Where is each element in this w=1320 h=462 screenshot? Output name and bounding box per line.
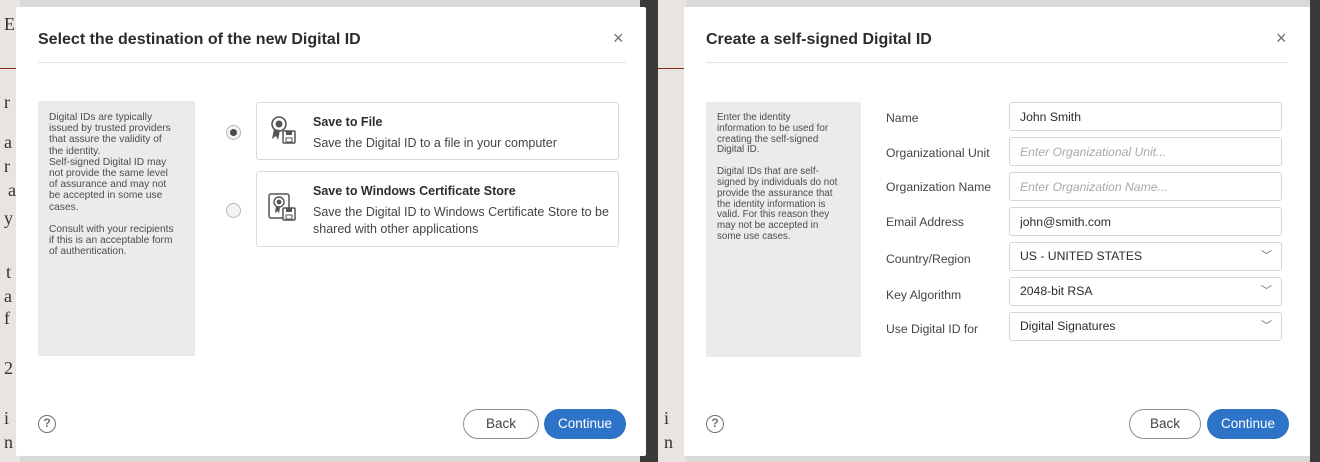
help-icon[interactable]: ?	[706, 415, 724, 433]
document-text-fragment: n	[4, 432, 13, 452]
radio-save-to-windows-store[interactable]	[226, 203, 241, 218]
background-far-right	[1310, 0, 1320, 462]
document-text-fragment: a	[8, 180, 16, 200]
document-text-fragment: t	[6, 262, 12, 282]
document-text-fragment: r	[4, 92, 10, 112]
email-field[interactable]	[1009, 207, 1282, 236]
help-icon[interactable]: ?	[38, 415, 56, 433]
document-text-fragment: a	[4, 132, 12, 152]
document-text-fragment: r	[4, 156, 10, 176]
option-description: Save the Digital ID to Windows Certifica…	[313, 205, 609, 236]
info-panel: Enter the identity information to be use…	[706, 102, 861, 357]
document-text-fragment: n	[664, 432, 673, 452]
document-text-fragment: 2	[4, 358, 13, 378]
dialog-title: Select the destination of the new Digita…	[38, 31, 361, 48]
email-label: Email Address	[886, 215, 964, 229]
org-unit-label: Organizational Unit	[886, 146, 990, 160]
certificate-save-icon	[268, 115, 298, 145]
document-text-fragment: i	[664, 408, 670, 428]
option-save-to-windows-store[interactable]: Save to Windows Certificate Store Save t…	[256, 171, 619, 247]
org-name-field[interactable]	[1009, 172, 1282, 201]
country-label: Country/Region	[886, 252, 971, 266]
info-text: Enter the identity information to be use…	[717, 112, 829, 156]
title-divider	[706, 62, 1288, 63]
close-icon[interactable]: ×	[613, 29, 624, 47]
use-for-value: Digital Signatures	[1020, 319, 1116, 333]
background-document-right: i n	[658, 0, 686, 462]
back-button[interactable]: Back	[463, 409, 539, 439]
key-algorithm-value: 2048-bit RSA	[1020, 284, 1093, 298]
info-text: Digital IDs are typically issued by trus…	[49, 112, 171, 213]
title-divider	[38, 62, 626, 63]
close-icon[interactable]: ×	[1276, 29, 1287, 47]
dialog-title: Create a self-signed Digital ID	[706, 31, 932, 48]
country-value: US - UNITED STATES	[1020, 249, 1143, 263]
document-rule	[658, 68, 686, 69]
document-text-fragment: i	[4, 408, 10, 428]
org-name-label: Organization Name	[886, 180, 991, 194]
document-text-fragment: a	[4, 286, 12, 306]
document-text-fragment: y	[4, 208, 13, 228]
continue-button[interactable]: Continue	[1207, 409, 1289, 439]
certificate-store-icon	[268, 192, 298, 222]
chevron-down-icon: ﹀	[1261, 320, 1272, 332]
chevron-down-icon: ﹀	[1261, 250, 1272, 262]
chevron-down-icon: ﹀	[1261, 285, 1272, 297]
option-save-to-file[interactable]: Save to File Save the Digital ID to a fi…	[256, 102, 619, 160]
name-field[interactable]	[1009, 102, 1282, 131]
continue-button[interactable]: Continue	[544, 409, 626, 439]
back-button[interactable]: Back	[1129, 409, 1201, 439]
info-panel: Digital IDs are typically issued by trus…	[38, 101, 195, 356]
country-select[interactable]: US - UNITED STATES ﹀	[1009, 242, 1282, 271]
option-title: Save to File	[313, 115, 383, 129]
select-destination-dialog: Select the destination of the new Digita…	[16, 7, 646, 456]
org-unit-field[interactable]	[1009, 137, 1282, 166]
use-for-label: Use Digital ID for	[886, 322, 979, 336]
radio-save-to-file[interactable]	[226, 125, 241, 140]
option-description: Save the Digital ID to a file in your co…	[313, 136, 557, 150]
key-algorithm-label: Key Algorithm	[886, 288, 962, 302]
create-self-signed-id-dialog: Create a self-signed Digital ID × Enter …	[684, 7, 1310, 456]
document-text-fragment: f	[4, 308, 10, 328]
document-text-fragment: E	[4, 14, 15, 34]
info-text: Consult with your recipients if this is …	[49, 223, 174, 258]
key-algorithm-select[interactable]: 2048-bit RSA ﹀	[1009, 277, 1282, 306]
use-for-select[interactable]: Digital Signatures ﹀	[1009, 312, 1282, 341]
info-text: Digital IDs that are self- signed by ind…	[717, 166, 838, 242]
name-label: Name	[886, 111, 919, 125]
option-title: Save to Windows Certificate Store	[313, 184, 516, 198]
